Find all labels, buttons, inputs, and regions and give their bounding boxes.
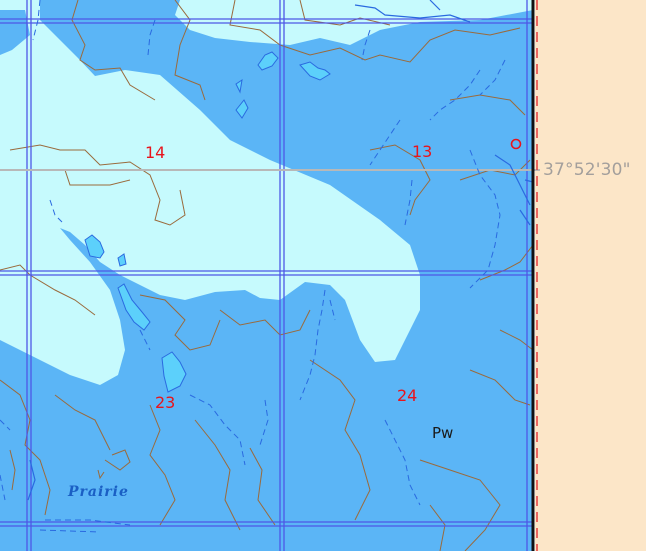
- map-canvas: [0, 0, 646, 551]
- place-label-prairie: Prairie: [68, 484, 129, 500]
- section-number-24: 24: [397, 386, 418, 405]
- land-strip: [535, 0, 646, 551]
- section-number-14: 14: [145, 143, 166, 162]
- section-number-13: 13: [412, 142, 433, 161]
- place-label-pw: Pw: [432, 424, 454, 442]
- topographic-map: 14 13 23 24 37°52'30" Pw Prairie: [0, 0, 646, 551]
- circle-icon: [510, 138, 522, 150]
- latitude-coordinate-label: 37°52'30": [543, 160, 631, 180]
- section-number-23: 23: [155, 393, 176, 412]
